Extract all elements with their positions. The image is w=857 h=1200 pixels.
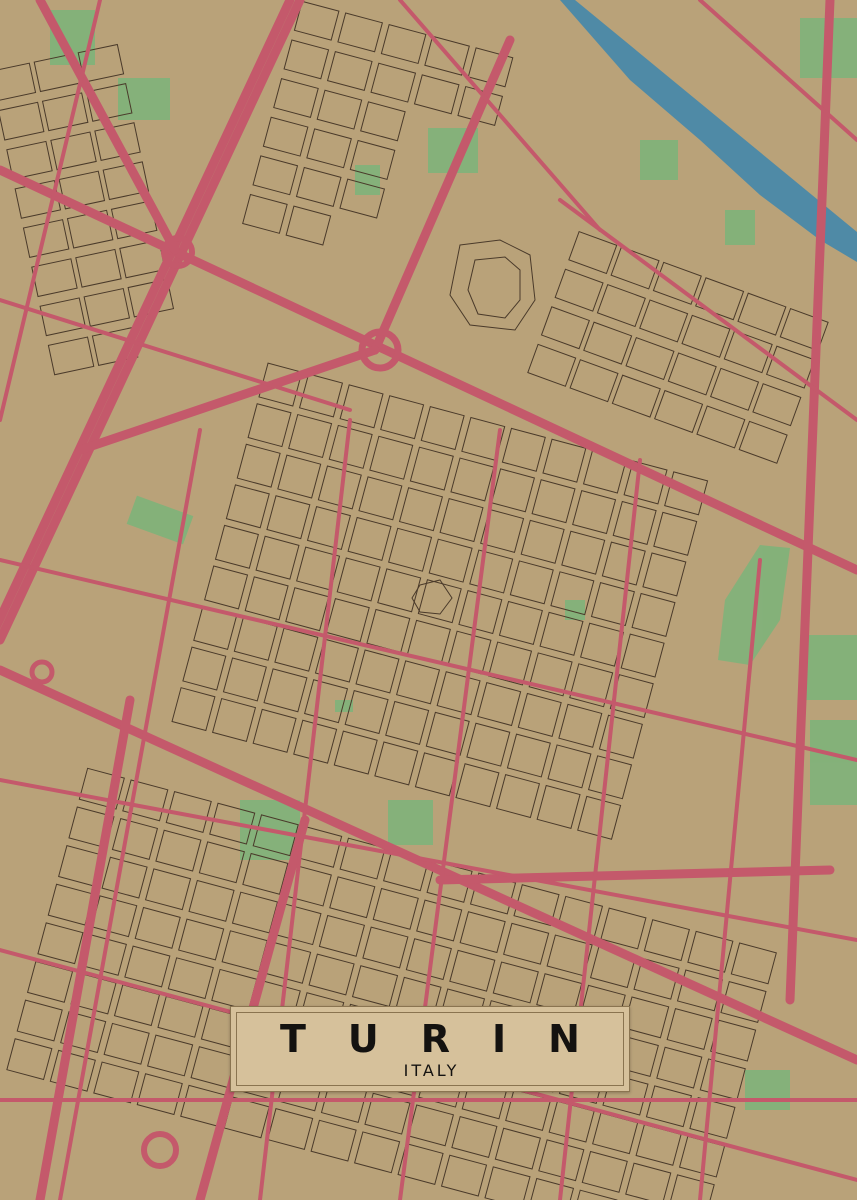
- park-small-1: [355, 165, 380, 195]
- city-name: TURIN: [280, 1017, 622, 1061]
- park-east-top: [640, 140, 678, 180]
- park-south-center: [388, 800, 433, 845]
- park-south-east: [745, 1070, 790, 1110]
- park-east-mid: [725, 210, 755, 245]
- map-poster: TURIN ITALY: [0, 0, 857, 1200]
- country-name: ITALY: [403, 1061, 460, 1080]
- park-far-east-2: [810, 720, 857, 805]
- title-card: TURIN ITALY: [230, 1006, 630, 1092]
